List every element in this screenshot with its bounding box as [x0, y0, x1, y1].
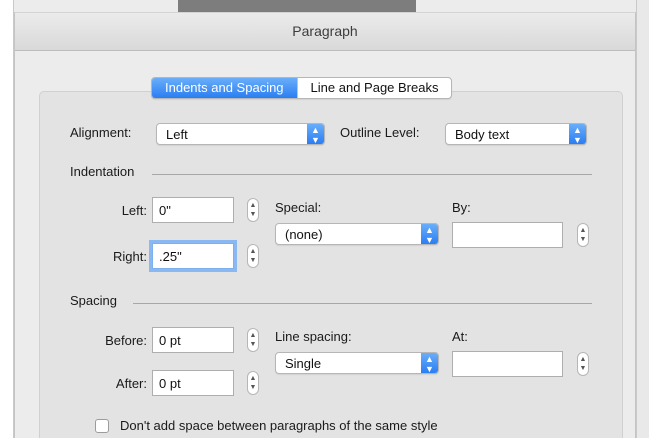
up-down-chevron-icon: ▲ ▼ — [307, 124, 324, 145]
spacing-section-title: Spacing — [70, 293, 117, 308]
line-spacing-value: Single — [285, 356, 322, 371]
left-indent-label: Left: — [121, 203, 147, 218]
special-label: Special: — [275, 200, 322, 215]
special-value: (none) — [285, 227, 323, 242]
paragraph-dialog: Paragraph Indents and Spacing Line and P… — [14, 12, 636, 438]
indentation-divider — [152, 174, 592, 175]
space-after-label: After: — [115, 376, 147, 391]
alignment-label: Alignment: — [70, 125, 132, 140]
space-before-stepper-icon[interactable]: ▲ ▼ — [247, 328, 259, 352]
up-down-chevron-icon: ▲ ▼ — [421, 224, 438, 245]
line-spacing-popup[interactable]: Single ▲ ▼ — [275, 352, 439, 374]
space-before-field[interactable]: 0 pt — [152, 327, 234, 353]
dont-add-space-label: Don't add space between paragraphs of th… — [120, 418, 438, 433]
up-down-chevron-icon: ▲ ▼ — [569, 124, 586, 145]
left-indent-stepper-icon[interactable]: ▲ ▼ — [247, 198, 259, 222]
dialog-title: Paragraph — [292, 23, 358, 39]
space-before-label: Before: — [105, 333, 147, 348]
outline-level-label: Outline Level: — [340, 125, 420, 140]
right-indent-stepper-icon[interactable]: ▲ ▼ — [247, 244, 259, 268]
outline-level-popup[interactable]: Body text ▲ ▼ — [445, 123, 587, 145]
background-right-edge — [636, 0, 649, 438]
dont-add-space-checkbox[interactable] — [95, 419, 109, 433]
right-indent-field[interactable]: .25" — [152, 243, 234, 269]
up-down-chevron-icon: ▲ ▼ — [421, 353, 438, 374]
dialog-titlebar: Paragraph — [15, 13, 635, 51]
at-field[interactable] — [452, 351, 563, 377]
tab-line-and-page-breaks[interactable]: Line and Page Breaks — [296, 78, 452, 98]
background-dark-bar — [178, 0, 416, 12]
tab-bar: Indents and Spacing Line and Page Breaks — [151, 77, 453, 99]
right-indent-label: Right: — [113, 249, 147, 264]
tab-indents-and-spacing[interactable]: Indents and Spacing — [152, 78, 297, 98]
by-field[interactable] — [452, 222, 563, 248]
space-after-stepper-icon[interactable]: ▲ ▼ — [247, 371, 259, 395]
indentation-section-title: Indentation — [70, 164, 135, 179]
at-stepper-icon[interactable]: ▲ ▼ — [577, 352, 589, 376]
alignment-popup[interactable]: Left ▲ ▼ — [156, 123, 325, 145]
at-label: At: — [452, 329, 468, 344]
space-after-field[interactable]: 0 pt — [152, 370, 234, 396]
space-before-value: 0 pt — [159, 333, 181, 348]
special-popup[interactable]: (none) ▲ ▼ — [275, 223, 439, 245]
background-document-edge — [0, 0, 14, 438]
by-stepper-icon[interactable]: ▲ ▼ — [577, 223, 589, 247]
spacing-divider — [133, 303, 592, 304]
alignment-value: Left — [166, 127, 188, 142]
right-indent-value: .25" — [159, 249, 182, 264]
outline-level-value: Body text — [455, 127, 510, 142]
line-spacing-label: Line spacing: — [275, 329, 352, 344]
left-indent-field[interactable]: 0" — [152, 197, 234, 223]
by-label: By: — [452, 200, 471, 215]
left-indent-value: 0" — [159, 203, 171, 218]
space-after-value: 0 pt — [159, 376, 181, 391]
